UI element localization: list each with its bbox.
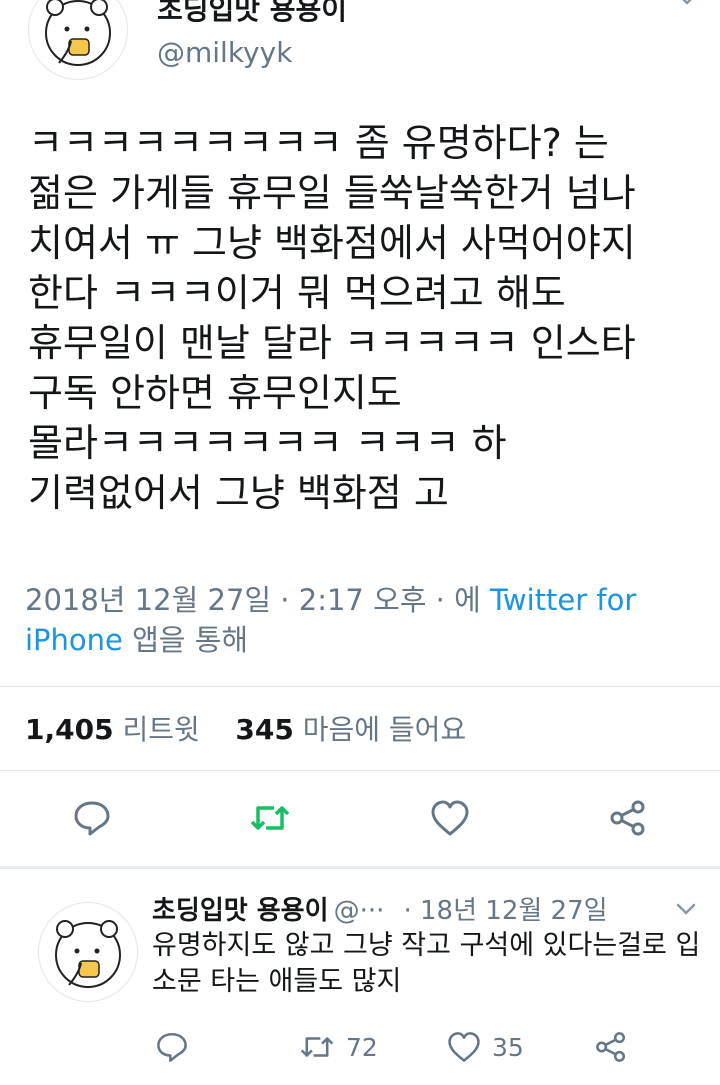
reply-author-name[interactable]: 초딩입맛 용용이 xyxy=(152,896,329,926)
bear-avatar-image xyxy=(55,920,121,988)
retweet-stat[interactable]: 1,405 리트윗 xyxy=(25,713,200,746)
share-icon xyxy=(596,1032,626,1062)
reply-button[interactable] xyxy=(70,796,114,840)
divider xyxy=(0,866,720,869)
tweet-stats: 1,405 리트윗 345 마음에 들어요 xyxy=(25,708,466,748)
like-button[interactable] xyxy=(428,796,472,840)
retweet-label: 리트윗 xyxy=(122,713,200,746)
reply-like-count: 35 xyxy=(492,1032,524,1062)
reply-author-avatar[interactable] xyxy=(38,902,138,1002)
like-stat[interactable]: 345 마음에 들어요 xyxy=(235,713,466,746)
reply-share-button[interactable] xyxy=(594,1030,628,1068)
reply-header: 초딩입맛 용용이 @··· · 18년 12월 27일 xyxy=(152,890,608,927)
tweet-source-suffix: 앱을 통해 xyxy=(132,623,249,657)
heart-icon xyxy=(448,1032,480,1062)
reply-retweet-count: 72 xyxy=(346,1032,378,1062)
tweet-timestamp[interactable]: 2018년 12월 27일 · 2:17 오후 · 에 xyxy=(25,583,481,617)
chevron-down-icon[interactable] xyxy=(672,896,700,922)
divider xyxy=(0,686,720,687)
share-icon xyxy=(610,800,645,836)
tweet-meta: 2018년 12월 27일 · 2:17 오후 · 에 Twitter for … xyxy=(25,580,665,660)
reply-author-handle[interactable]: @··· xyxy=(334,896,385,926)
like-count: 345 xyxy=(235,713,294,746)
share-button[interactable] xyxy=(606,796,650,840)
retweet-count: 1,405 xyxy=(25,713,114,746)
retweet-button[interactable] xyxy=(248,796,292,840)
reply-text: 유명하지도 않고 그냥 작고 구석에 있다는걸로 입소문 타는 애들도 많지 xyxy=(152,930,701,997)
author-avatar[interactable] xyxy=(28,0,128,80)
reply-date[interactable]: · 18년 12월 27일 xyxy=(403,896,607,926)
reply-like-button[interactable]: 35 xyxy=(446,1030,524,1064)
tweet-text: ㅋㅋㅋㅋㅋㅋㅋㅋㅋ 좀 유명하다? 는 젊은 가게들 휴무일 들쑥날쑥한거 넘나… xyxy=(28,121,636,515)
author-handle[interactable]: @milkyyk xyxy=(157,36,292,69)
heart-icon xyxy=(431,800,469,836)
bear-avatar-image xyxy=(45,0,111,66)
chevron-down-icon[interactable] xyxy=(670,0,704,12)
reply-icon xyxy=(157,1032,187,1062)
retweet-icon xyxy=(250,806,290,830)
retweet-icon xyxy=(300,1037,334,1057)
divider xyxy=(0,770,720,771)
reply-retweet-button[interactable]: 72 xyxy=(298,1030,378,1064)
like-label: 마음에 들어요 xyxy=(302,713,467,746)
reply-icon xyxy=(74,801,110,836)
reply-reply-button[interactable] xyxy=(155,1030,189,1068)
author-name[interactable]: 초딩입맛 용용이 xyxy=(157,0,347,28)
